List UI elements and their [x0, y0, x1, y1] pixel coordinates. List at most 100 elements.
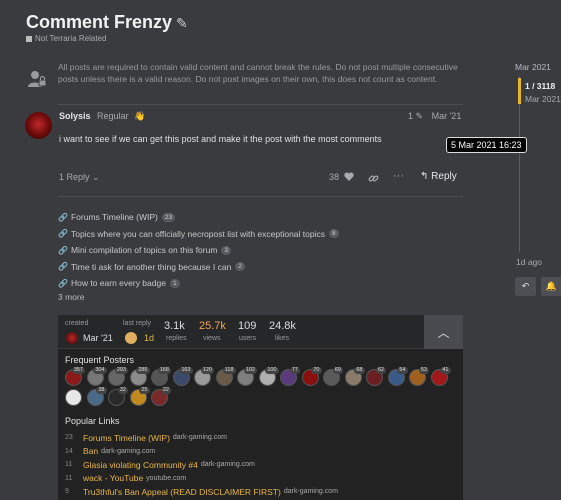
system-user-icon — [28, 71, 47, 87]
poster-post-count: 100 — [265, 367, 279, 374]
poster-avatar[interactable]: 118 — [215, 367, 236, 386]
bell-icon: 🔔 — [545, 281, 558, 291]
back-arrow-icon: ↶ — [521, 281, 530, 291]
poster-avatar[interactable]: 357 — [65, 367, 85, 386]
notification-button[interactable]: 🔔 — [541, 277, 561, 296]
edit-count[interactable]: 1 — [408, 111, 413, 121]
poster-post-count: 22 — [160, 387, 171, 394]
replies-toggle[interactable]: 1 Reply ⌄ — [59, 172, 100, 183]
poster-avatar[interactable]: 25 — [129, 387, 150, 406]
poster-avatar[interactable]: 54 — [387, 367, 408, 386]
timeline-end-label[interactable]: 1d ago — [516, 257, 542, 267]
author-name[interactable]: Solysis — [59, 111, 91, 121]
poster-post-count: 304 — [93, 367, 107, 374]
category-color-square — [26, 35, 32, 42]
link-click-count: 23 — [65, 434, 73, 442]
poster-avatar[interactable]: 120 — [194, 367, 214, 386]
post-meta: 1 ✎ Mar '21 — [408, 111, 461, 122]
last-reply-date[interactable]: 1d — [144, 333, 154, 343]
date-tooltip: 5 Mar 2021 16:23 — [446, 137, 527, 153]
poster-avatar[interactable] — [65, 389, 82, 406]
linked-topic[interactable]: 🔗 Time ti ask for another thing because I… — [58, 259, 378, 276]
poster-avatar[interactable]: 304 — [86, 367, 107, 386]
link-click-count: 11 — [65, 461, 73, 469]
poster-avatar[interactable]: 293 — [108, 367, 128, 386]
popular-link-domain: dark-gaming.com — [101, 447, 156, 455]
linked-topic-title: Topics where you can officially necropos… — [70, 228, 325, 239]
like-button[interactable]: 38 — [329, 172, 354, 182]
reply-button[interactable]: ↰ Reply — [420, 171, 457, 182]
poster-avatar[interactable]: 100 — [258, 367, 279, 386]
popular-link-title[interactable]: wack - YouTube — [83, 473, 143, 483]
post-author: Solysis Regular 👋 — [59, 111, 145, 122]
popular-link[interactable]: 23 Forums Timeline (WIP) dark-gaming.com — [65, 431, 460, 445]
link-icon: 🔗 — [58, 262, 68, 272]
poster-avatar[interactable]: 70 — [301, 367, 322, 386]
poster-post-count: 69 — [332, 367, 343, 374]
avatar[interactable] — [66, 332, 78, 344]
views-label: views — [203, 335, 221, 342]
poster-avatar[interactable]: 69 — [323, 367, 343, 386]
avatar[interactable] — [25, 112, 52, 139]
poster-avatar[interactable]: 62 — [366, 367, 386, 386]
timeline-start-date[interactable]: Mar 2021 — [515, 62, 551, 72]
poster-avatar[interactable]: 77 — [280, 367, 300, 386]
show-more-links[interactable]: 3 more — [58, 292, 84, 302]
linked-topic[interactable]: 🔗 Mini compilation of topics on this foru… — [58, 242, 378, 259]
popular-link[interactable]: 14 Ban dark-gaming.com — [65, 445, 460, 459]
category-badge[interactable]: Not Terraria Related — [26, 34, 106, 43]
linked-topic-title: How to earn every badge — [70, 278, 166, 289]
poster-avatar[interactable]: 22 — [151, 387, 171, 406]
created-label: created — [65, 320, 89, 327]
poster-avatar[interactable]: 168 — [151, 367, 171, 386]
replies-toggle-label: 1 Reply — [59, 172, 90, 182]
created-date[interactable]: Mar '21 — [83, 333, 113, 343]
popular-link-title[interactable]: Tru3thful's Ban Appeal (READ DISCLAIMER … — [83, 487, 281, 497]
reply-icon: ↰ — [420, 171, 429, 182]
linked-topic-title: Mini compilation of topics on this forum — [70, 245, 218, 256]
post-date[interactable]: Mar '21 — [432, 111, 462, 121]
avatar[interactable] — [125, 332, 137, 344]
popular-link[interactable]: 11 Glasia violating Community #4 dark-gami… — [65, 458, 460, 472]
poster-post-count: 25 — [139, 387, 150, 394]
poster-post-count: 77 — [289, 367, 300, 374]
popular-link-title[interactable]: Glasia violating Community #4 — [83, 460, 198, 470]
linked-topic[interactable]: 🔗 Topics where you can officially necropo… — [58, 226, 378, 243]
poster-avatar[interactable]: 285 — [129, 367, 150, 386]
chevron-down-icon: ⌄ — [92, 172, 100, 182]
popular-link-title[interactable]: Forums Timeline (WIP) — [83, 433, 170, 443]
back-button[interactable]: ↶ — [515, 277, 536, 296]
notice-text: All posts are required to contain valid … — [58, 62, 458, 84]
poster-avatar[interactable]: 163 — [172, 367, 193, 386]
poster-avatar[interactable]: 53 — [409, 367, 429, 386]
poster-avatar[interactable]: 68 — [344, 367, 365, 386]
link-icon[interactable] — [368, 173, 379, 184]
popular-link-domain: dark-gaming.com — [283, 488, 338, 496]
users-count: 109 — [238, 320, 257, 332]
poster-post-count: 70 — [311, 367, 322, 374]
ellipsis-icon[interactable]: ··· — [393, 170, 404, 182]
poster-avatar[interactable]: 38 — [86, 387, 107, 406]
poster-avatar[interactable]: 41 — [430, 367, 451, 386]
poster-post-count: 163 — [179, 367, 193, 374]
likes-count: 24.8k — [269, 320, 296, 332]
chevron-up-icon: ︿ — [437, 325, 450, 340]
collapse-button[interactable]: ︿ — [424, 315, 463, 349]
replies-count: 3.1k — [164, 320, 185, 332]
poster-avatar[interactable]: 32 — [108, 387, 128, 406]
last-reply-label: last reply — [123, 320, 152, 327]
poster-post-count: 168 — [157, 367, 171, 374]
click-count-badge: 1 — [169, 278, 180, 288]
linked-topic[interactable]: 🔗 How to earn every badge 1 — [58, 275, 378, 292]
topic-title-text: Comment Frenzy — [26, 12, 173, 32]
poster-avatar[interactable]: 102 — [237, 367, 257, 386]
divider — [58, 104, 463, 105]
linked-topic[interactable]: 🔗 Forums Timeline (WIP) 23 — [58, 209, 378, 226]
click-count-badge: 2 — [235, 262, 245, 272]
popular-link[interactable]: 11 wack - YouTube youtube.com — [65, 472, 460, 486]
edit-title-icon[interactable]: ✎ — [176, 15, 188, 31]
timeline-handle[interactable] — [518, 78, 521, 104]
popular-link-title[interactable]: Ban — [83, 446, 98, 456]
pencil-icon[interactable]: ✎ — [416, 111, 424, 121]
popular-link[interactable]: 9 Tru3thful's Ban Appeal (READ DISCLAIMER… — [65, 485, 460, 499]
